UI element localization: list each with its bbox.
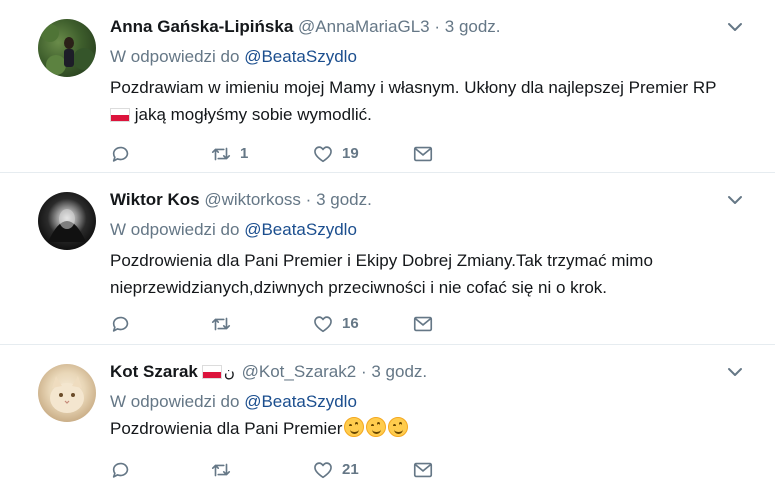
tweet-text-fragment: jaką mogłyśmy sobie wymodlić. <box>130 105 372 124</box>
reply-icon <box>112 462 129 478</box>
avatar[interactable] <box>38 192 96 250</box>
tweet-text-line: Pozdrowienia dla Pani Premier i Ekipy Do… <box>110 251 653 270</box>
direct-message-button[interactable] <box>412 458 434 479</box>
retweet-button[interactable] <box>210 312 232 336</box>
tweet-header: Wiktor Kos @wiktorkoss · 3 godz. <box>110 189 372 211</box>
heart-icon <box>314 146 332 163</box>
envelope-icon <box>413 462 433 478</box>
reply-context: W odpowiedzi do @BeataSzydlo <box>110 219 357 241</box>
user-handle[interactable]: @AnnaMariaGL3 <box>298 17 430 36</box>
like-button[interactable]: 21 <box>312 458 359 479</box>
reply-button[interactable] <box>110 312 132 336</box>
heart-icon <box>314 316 332 333</box>
avatar[interactable] <box>38 19 96 77</box>
tweet[interactable]: Wiktor Kos @wiktorkoss · 3 godz. W odpow… <box>0 173 775 345</box>
retweet-icon <box>211 317 231 331</box>
tweet-actions: 21 <box>110 458 450 479</box>
reply-context: W odpowiedzi do @BeataSzydlo <box>110 391 357 413</box>
display-name[interactable]: Wiktor Kos <box>110 190 200 209</box>
avatar-photo <box>48 209 86 242</box>
reply-prefix: W odpowiedzi do <box>110 220 240 239</box>
like-count: 16 <box>342 315 359 332</box>
mention-link[interactable]: @BeataSzydlo <box>244 392 357 411</box>
tweet-text-line: jaką mogłyśmy sobie wymodlić. <box>110 101 750 128</box>
separator-dot: · <box>434 17 441 36</box>
tweet-text: Pozdrawiam w imieniu mojej Mamy i własny… <box>110 74 750 128</box>
direct-message-button[interactable] <box>412 142 434 166</box>
poland-flag-icon <box>201 365 222 379</box>
reply-feed: Anna Gańska-Lipińska @AnnaMariaGL3 · 3 g… <box>0 0 775 479</box>
tweet-text-line: Pozdrawiam w imieniu mojej Mamy i własny… <box>110 78 717 97</box>
tweet[interactable]: Kot Szarak ن @Kot_Szarak2 · 3 godz. W odp… <box>0 345 775 479</box>
separator-dot: · <box>360 362 367 381</box>
retweet-button[interactable] <box>210 458 232 479</box>
timestamp[interactable]: 3 godz. <box>445 17 501 36</box>
mention-link[interactable]: @BeataSzydlo <box>244 47 357 66</box>
retweet-icon <box>211 147 231 161</box>
poland-flag-icon <box>110 108 130 122</box>
like-button[interactable]: 16 <box>312 312 359 336</box>
chevron-down-icon[interactable] <box>727 364 743 380</box>
retweet-button[interactable]: 1 <box>210 142 248 166</box>
tweet[interactable]: Anna Gańska-Lipińska @AnnaMariaGL3 · 3 g… <box>0 0 775 173</box>
mention-link[interactable]: @BeataSzydlo <box>244 220 357 239</box>
like-button[interactable]: 19 <box>312 142 359 166</box>
envelope-icon <box>413 316 433 332</box>
smiling-face-icon <box>344 417 365 437</box>
chevron-down-icon[interactable] <box>727 19 743 35</box>
smiling-face-icon <box>388 417 409 437</box>
reply-button[interactable] <box>110 458 132 479</box>
name-glyph: ن <box>223 364 235 381</box>
reply-icon <box>112 316 129 332</box>
separator-dot: · <box>305 190 312 209</box>
display-name[interactable]: Anna Gańska-Lipińska <box>110 17 293 36</box>
heart-icon <box>314 462 332 479</box>
retweet-count: 1 <box>240 145 249 162</box>
tweet-actions: 1 19 <box>110 142 450 166</box>
reply-prefix: W odpowiedzi do <box>110 392 240 411</box>
like-count: 19 <box>342 145 359 162</box>
avatar-photo <box>50 376 84 413</box>
timestamp[interactable]: 3 godz. <box>316 190 372 209</box>
tweet-text-fragment: Pozdrowienia dla Pani Premier <box>110 419 343 438</box>
envelope-icon <box>413 146 433 162</box>
avatar-photo <box>41 24 95 75</box>
reply-context: W odpowiedzi do @BeataSzydlo <box>110 46 357 68</box>
retweet-icon <box>211 463 231 477</box>
display-name[interactable]: Kot Szarak <box>110 362 198 381</box>
reply-icon <box>112 146 129 162</box>
avatar[interactable] <box>38 364 96 422</box>
direct-message-button[interactable] <box>412 312 434 336</box>
timestamp[interactable]: 3 godz. <box>371 362 427 381</box>
like-count: 21 <box>342 461 359 478</box>
tweet-text: Pozdrowienia dla Pani Premier <box>110 415 750 442</box>
tweet-actions: 16 <box>110 312 450 336</box>
tweet-header: Kot Szarak ن @Kot_Szarak2 · 3 godz. <box>110 361 427 383</box>
smiling-face-icon <box>366 417 387 437</box>
reply-button[interactable] <box>110 142 132 166</box>
tweet-header: Anna Gańska-Lipińska @AnnaMariaGL3 · 3 g… <box>110 16 501 38</box>
reply-prefix: W odpowiedzi do <box>110 47 240 66</box>
tweet-text: Pozdrowienia dla Pani Premier i Ekipy Do… <box>110 247 750 301</box>
chevron-down-icon[interactable] <box>727 192 743 208</box>
tweet-text-line: Pozdrowienia dla Pani Premier <box>110 415 750 442</box>
user-handle[interactable]: @wiktorkoss <box>204 190 301 209</box>
tweet-text-line: nieprzewidzianych,dziwnych przeciwności … <box>110 278 607 297</box>
user-handle[interactable]: @Kot_Szarak2 <box>242 362 357 381</box>
